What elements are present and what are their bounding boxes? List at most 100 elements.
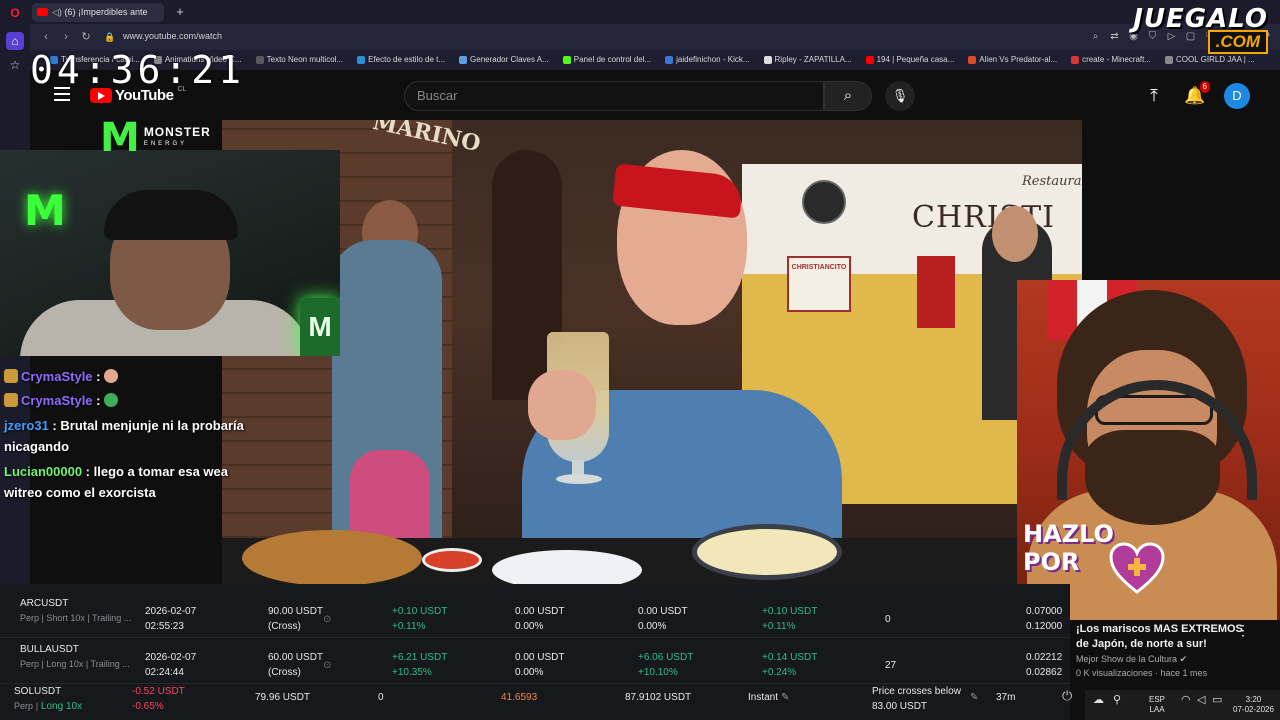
more-options-icon[interactable]: ⋮ [1236,622,1250,639]
workspace-icon[interactable]: ⌂ [6,32,24,50]
trade-cell: 0.00 USDT 0.00% [515,604,564,634]
coca-cola-poster [917,256,955,328]
order-count: 27 [885,660,897,671]
lock-icon: 🔒 [104,32,116,42]
plate [492,550,642,584]
clock-time: 3:20 [1245,695,1262,704]
edit-icon[interactable]: ✎ [781,690,789,705]
position-row[interactable]: BULLAUSDT Perp | Long 10x | Trailing ... 2… [0,638,1070,684]
speaker-icon: ◁) [52,7,62,17]
forward-icon[interactable]: › [58,29,74,45]
trade-cell: 27 [885,658,896,673]
trade-cell: +0.10 USDT +0.11% [762,604,817,634]
realized-pct: 0.00% [638,621,667,632]
tab-youtube[interactable]: ◁) (6) ¡Imperdibles ante [32,3,164,22]
info-icon[interactable]: ⊙ [323,658,331,673]
pnl-usdt: +6.21 USDT [392,652,448,663]
pnl-pct: +10.35% [392,667,432,678]
position-desc: Perp | Long 10x | Trailing ... [20,659,130,669]
verified-icon: ✔ [1179,654,1188,664]
header-actions: ⤒ 🔔 6 D [1144,81,1250,109]
windows-taskbar: ☁ ⚲ ESP LAA ◠ ◁ ▭ 3:20 07-02-2026 [1085,690,1280,720]
chat-text: nicagando [4,439,70,454]
restaurant-script-sign: Restaura [1022,174,1082,189]
reload-icon[interactable]: ↻ [78,29,94,45]
background-person-head [992,206,1038,262]
symbol: BULLAUSDT [20,644,79,655]
search-icon[interactable]: ⌕ [1090,29,1101,45]
info-icon[interactable]: ⊙ [323,612,331,627]
bookmark-item[interactable]: Generador Claves A... [459,50,549,70]
chat-message: Lucian00000 : llego a tomar esa wea [4,464,229,479]
youtube-favicon-icon [37,8,48,16]
opera-logo-icon[interactable]: O [6,4,24,22]
stream-chat: CrymaStyle : CrymaStyle : jzero31 : Brut… [0,342,260,512]
video-player[interactable]: MARINO Restaura CHRISTI CHRISTIANCITO [222,120,1082,584]
margin: 60.00 USDT [268,652,324,663]
trade-cell: 87.9102 USDT [625,690,691,705]
suggested-channel[interactable]: Mejor Show de la Cultura ✔ [1076,652,1274,666]
avatar[interactable]: D [1224,83,1250,109]
trade-cell: 0 [885,612,891,627]
language-indicator[interactable]: ESP LAA [1149,695,1165,715]
suggested-video-title[interactable]: ¡Los mariscos MAS EXTREMOS de Japón, de … [1076,622,1254,652]
chat-username: CrymaStyle [21,393,93,408]
battery-icon[interactable]: ▭ [1212,695,1222,706]
chat-text: llego a tomar esa wea [93,464,229,479]
trade-cell: SOLUSDT [14,684,61,699]
bookmark-favicon-icon [357,56,366,64]
chat-badge-icon [4,369,18,383]
upload-icon[interactable]: ⤒ [1144,84,1164,108]
bookmark-favicon-icon [665,56,674,64]
bookmark-label: Alien Vs Predator-al... [979,55,1058,64]
star-icon[interactable]: ☆ [6,56,24,74]
bookmark-item[interactable]: 194 | Pequeña casa... [865,50,954,70]
bookmark-label: Ripley - ZAPATILLA... [774,55,852,64]
streamer-cap [104,190,238,240]
trigger-value: 83.00 USDT [872,701,928,712]
trade-cell: Price crosses below 83.00 USDT [872,684,961,714]
search-input[interactable]: Buscar [404,81,824,111]
wifi-icon[interactable]: ◠ [1181,695,1191,706]
url-field[interactable]: www.youtube.com/watch [123,31,222,41]
bookmark-favicon-icon [865,56,874,64]
sol-position-row[interactable]: SOLUSDT Perp | Long 10x -0.52 USDT -0.65% 79… [0,684,1070,720]
back-icon[interactable]: ‹ [38,29,54,45]
chat-badge-icon [4,393,18,407]
bookmark-item[interactable]: Efecto de estilo de t... [357,50,445,70]
unrealized: +0.10 USDT [762,606,818,617]
open-date: 2026-02-07 [145,652,197,663]
search-button[interactable]: ⌕ [824,81,872,111]
suggested-video[interactable]: ¡Los mariscos MAS EXTREMOS de Japón, de … [1070,620,1280,690]
bookmark-item[interactable]: Panel de control del... [562,50,651,70]
new-tab-button[interactable]: + [172,4,188,20]
position-row[interactable]: ARCUSDT Perp | Short 10x | Trailing ... 20… [0,592,1070,638]
bookmark-item[interactable]: Alien Vs Predator-al... [968,50,1057,70]
clock[interactable]: 3:20 07-02-2026 [1233,695,1274,715]
notifications-icon[interactable]: 🔔 6 [1184,81,1210,108]
mic-tray-icon[interactable]: ⚲ [1113,695,1121,706]
symbol: SOLUSDT [14,686,62,697]
onedrive-icon[interactable]: ☁ [1093,695,1104,706]
margin-mode: (Cross) [268,667,301,678]
unrealized-pct: +0.11% [762,621,796,632]
translate-icon[interactable]: ⇄ [1109,29,1120,45]
volume-icon[interactable]: ◁ [1197,695,1205,706]
target-price: 0.02862 [1026,667,1063,678]
bookmark-item[interactable]: jaidefinichon - Kick... [665,50,750,70]
hazlo-word: HAZLO [1023,520,1114,548]
bread-basket [242,530,422,584]
microphone-icon[interactable]: 🎙 [885,81,915,111]
bookmark-favicon-icon [1071,56,1080,64]
power-icon[interactable]: ⏻ [1062,688,1080,706]
bookmark-item[interactable]: Texto Neon multicol... [255,50,343,70]
chat-message: jzero31 : Brutal menjunje ni la probaría [4,418,244,433]
bookmark-favicon-icon [562,56,571,64]
trade-cell: 90.00 USDT (Cross) [268,604,323,634]
edit-icon[interactable]: ✎ [970,690,978,705]
por-word: POR [1023,548,1080,576]
trade-cell: 60.00 USDT (Cross) [268,650,323,680]
keyboard-layout: LAA [1149,705,1165,714]
bookmark-item[interactable]: Ripley - ZAPATILLA... [763,50,852,70]
position-desc: Perp | Short 10x | Trailing ... [20,613,132,623]
